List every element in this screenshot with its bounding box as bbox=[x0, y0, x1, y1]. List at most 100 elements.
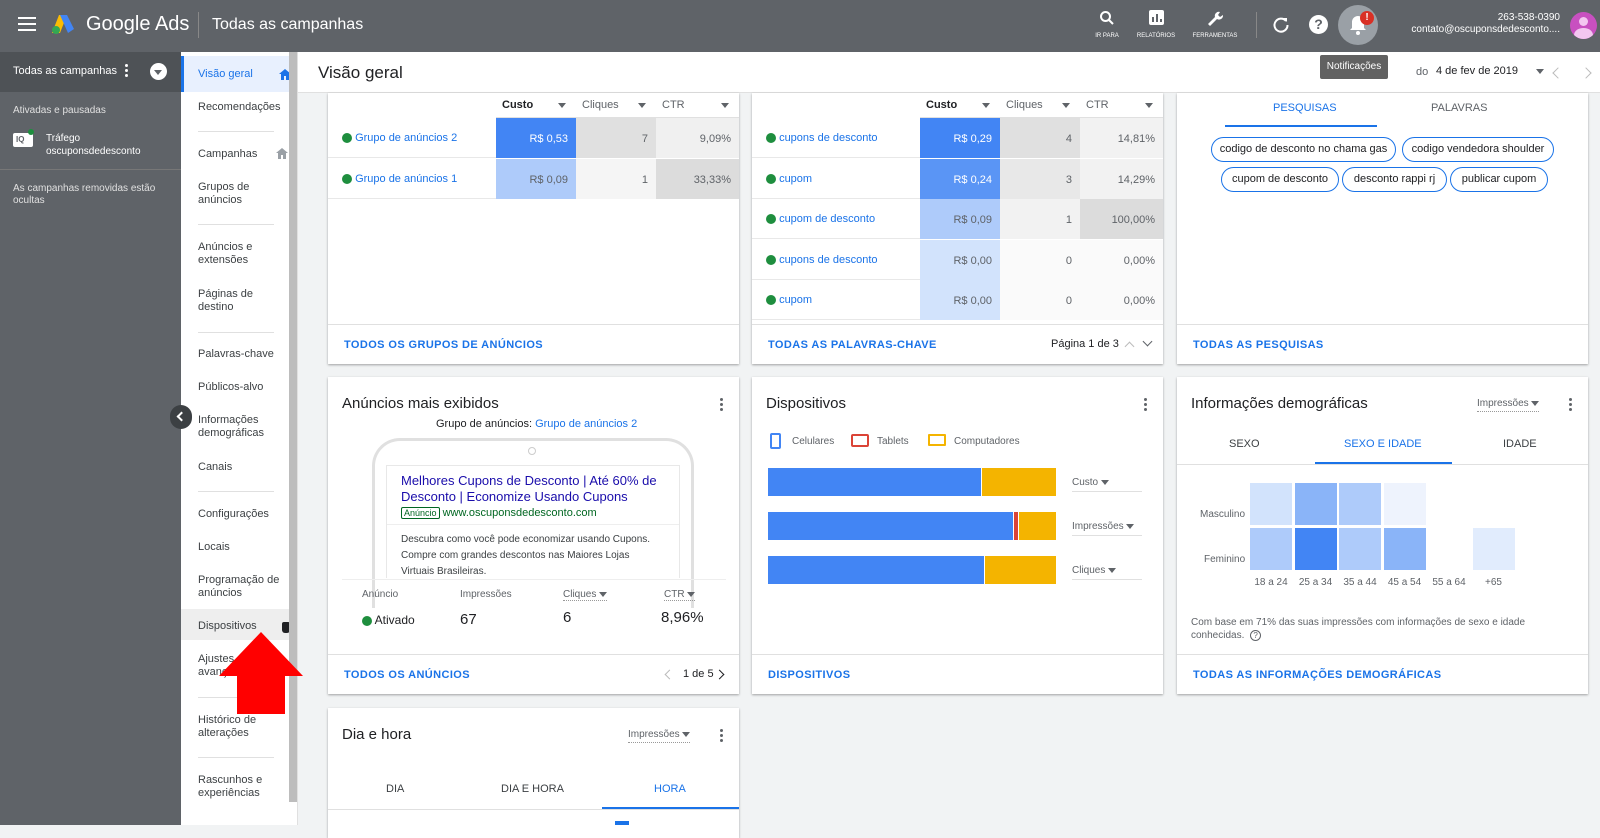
ad-headline[interactable]: Melhores Cupons de Desconto | Até 60% de… bbox=[401, 473, 663, 505]
campaign-selector[interactable]: Todas as campanhas bbox=[13, 65, 117, 77]
mobile-icon bbox=[770, 433, 781, 449]
nav-item-settings[interactable]: Configurações bbox=[198, 508, 288, 521]
devices-link[interactable]: DISPOSITIVOS bbox=[768, 669, 850, 681]
previous-period-icon[interactable] bbox=[1552, 67, 1564, 79]
row-name[interactable]: Grupo de anúncios 1 bbox=[342, 173, 457, 185]
all-ad-groups-link[interactable]: TODOS OS GRUPOS DE ANÚNCIOS bbox=[344, 339, 543, 351]
device-metric-select[interactable]: Impressões bbox=[1072, 521, 1142, 536]
heatmap-cell bbox=[1472, 527, 1515, 570]
nav-item-demographics[interactable]: Informações demográficas bbox=[198, 414, 288, 440]
reports-button[interactable]: RELATÓRIOS bbox=[1134, 10, 1178, 44]
keywords-card: Custo Cliques CTR cupons de desconto R$ 0… bbox=[752, 93, 1163, 364]
table-row: cupom R$ 0,24 3 14,29% bbox=[752, 158, 1163, 199]
ctr-metric-select[interactable]: CTR bbox=[664, 589, 696, 601]
nav-item-locations[interactable]: Locais bbox=[198, 541, 288, 554]
all-searches-link[interactable]: TODAS AS PESQUISAS bbox=[1193, 339, 1324, 351]
search-chip[interactable]: desconto rappi rj bbox=[1342, 167, 1447, 192]
nav-item-placements[interactable]: Canais bbox=[198, 461, 288, 474]
nav-item-campaigns[interactable]: Campanhas bbox=[198, 148, 288, 161]
column-header-ctr[interactable]: CTR bbox=[656, 93, 739, 118]
more-icon[interactable] bbox=[125, 64, 129, 80]
nav-item-ad-schedule[interactable]: Programação de anúncios bbox=[198, 574, 288, 600]
tab-gender[interactable]: SEXO bbox=[1229, 438, 1260, 450]
demographics-card: Informações demográficas Impressões SEXO… bbox=[1177, 377, 1588, 694]
search-icon bbox=[1100, 11, 1114, 25]
clicks-cell: 3 bbox=[1000, 158, 1080, 199]
tab-words[interactable]: PALAVRAS bbox=[1431, 102, 1487, 114]
nav-item-audiences[interactable]: Públicos-alvo bbox=[198, 381, 288, 394]
account-email[interactable]: contato@oscuponsdedesconto.... bbox=[1411, 24, 1560, 35]
collapse-nav-button[interactable] bbox=[170, 405, 192, 429]
all-demographics-link[interactable]: TODAS AS INFORMAÇÕES DEMOGRÁFICAS bbox=[1193, 669, 1442, 681]
column-header-cost[interactable]: Custo bbox=[496, 93, 576, 118]
nav-item-overview[interactable]: Visão geral bbox=[181, 56, 297, 92]
clicks-metric-select[interactable]: Cliques bbox=[563, 589, 608, 601]
ctr-cell: 0,00% bbox=[1080, 280, 1163, 320]
nav-item-drafts-experiments[interactable]: Rascunhos e experiências bbox=[198, 774, 288, 800]
go-to-button[interactable]: IR PARA bbox=[1088, 10, 1126, 44]
tablet-icon bbox=[851, 434, 869, 447]
search-chip[interactable]: cupom de desconto bbox=[1221, 167, 1339, 192]
nav-item-keywords[interactable]: Palavras-chave bbox=[198, 348, 288, 361]
mobile-segment bbox=[768, 556, 985, 584]
nav-item-recommendations[interactable]: Recomendações bbox=[198, 101, 288, 114]
cost-cell: R$ 0,09 bbox=[496, 158, 576, 199]
nav-item-ad-groups[interactable]: Grupos de anúncios bbox=[198, 181, 288, 207]
ctr-cell: 14,29% bbox=[1080, 158, 1163, 199]
device-metric-select[interactable]: Cliques bbox=[1072, 565, 1142, 580]
row-name[interactable]: cupons de desconto bbox=[766, 254, 878, 266]
nav-item-landing-pages[interactable]: Páginas de destino bbox=[198, 288, 288, 314]
more-options-icon[interactable] bbox=[1569, 398, 1573, 414]
all-ads-link[interactable]: TODOS OS ANÚNCIOS bbox=[344, 669, 470, 681]
column-header-clicks[interactable]: Cliques bbox=[576, 93, 656, 118]
row-name[interactable]: cupons de desconto bbox=[766, 132, 878, 144]
row-name[interactable]: cupom bbox=[766, 173, 812, 185]
row-name[interactable]: cupom de desconto bbox=[766, 213, 875, 225]
ads-pagination: 1 de 5 bbox=[683, 668, 714, 680]
date-range-select[interactable]: 4 de fev de 2019 bbox=[1436, 65, 1518, 77]
nav-item-change-history[interactable]: Histórico de alterações bbox=[198, 714, 288, 740]
metric-select[interactable]: Impressões bbox=[1477, 398, 1540, 412]
cost-cell: R$ 0,09 bbox=[920, 199, 1000, 239]
age-label: 45 a 54 bbox=[1387, 577, 1422, 588]
tools-button[interactable]: FERRAMENTAS bbox=[1186, 10, 1244, 44]
ctr-cell: 100,00% bbox=[1080, 199, 1163, 239]
info-icon[interactable]: ? bbox=[1250, 630, 1262, 641]
device-bar bbox=[768, 512, 1057, 540]
row-name[interactable]: Grupo de anúncios 2 bbox=[342, 132, 457, 144]
search-chip[interactable]: codigo de desconto no chama gas bbox=[1211, 137, 1396, 162]
ad-group-link[interactable]: Grupo de anúncios 2 bbox=[535, 418, 637, 430]
chevron-left-icon[interactable] bbox=[664, 669, 675, 680]
search-chip[interactable]: publicar cupom bbox=[1450, 167, 1548, 192]
metric-select[interactable]: Impressões bbox=[628, 729, 691, 743]
help-icon[interactable]: ? bbox=[1309, 15, 1328, 34]
column-header-ctr[interactable]: CTR bbox=[1080, 93, 1163, 118]
device-metric-select[interactable]: Custo bbox=[1072, 477, 1142, 492]
tab-gender-age[interactable]: SEXO E IDADE bbox=[1344, 438, 1422, 450]
tab-day[interactable]: DIA bbox=[386, 783, 404, 795]
next-period-icon[interactable] bbox=[1580, 67, 1592, 79]
tab-day-hour[interactable]: DIA E HORA bbox=[501, 783, 564, 795]
chevron-down-icon[interactable] bbox=[1142, 336, 1153, 347]
column-header-clicks[interactable]: Cliques bbox=[1000, 93, 1080, 118]
search-chip[interactable]: codigo vendedora shoulder bbox=[1402, 137, 1554, 162]
more-options-icon[interactable] bbox=[720, 398, 724, 414]
chevron-right-icon[interactable] bbox=[714, 669, 725, 680]
notifications-button[interactable]: ! bbox=[1338, 5, 1378, 45]
chevron-up-icon[interactable] bbox=[1124, 341, 1135, 352]
more-options-icon[interactable] bbox=[1144, 398, 1148, 414]
collapse-selector-icon[interactable] bbox=[150, 63, 167, 80]
column-header-cost[interactable]: Custo bbox=[920, 93, 1000, 118]
menu-icon[interactable] bbox=[18, 17, 36, 31]
avatar[interactable] bbox=[1570, 12, 1597, 39]
all-keywords-link[interactable]: TODAS AS PALAVRAS-CHAVE bbox=[768, 339, 937, 351]
row-name[interactable]: cupom bbox=[766, 294, 812, 306]
tab-hour[interactable]: HORA bbox=[654, 783, 686, 795]
chevron-down-icon[interactable] bbox=[1536, 69, 1544, 74]
refresh-icon[interactable] bbox=[1272, 16, 1290, 34]
nav-item-ads-extensions[interactable]: Anúncios e extensões bbox=[198, 241, 288, 267]
more-options-icon[interactable] bbox=[720, 729, 724, 745]
tab-age[interactable]: IDADE bbox=[1503, 438, 1537, 450]
tab-searches[interactable]: PESQUISAS bbox=[1273, 102, 1337, 114]
campaign-item[interactable]: Tráfego oscuponsdedesconto bbox=[46, 132, 156, 158]
